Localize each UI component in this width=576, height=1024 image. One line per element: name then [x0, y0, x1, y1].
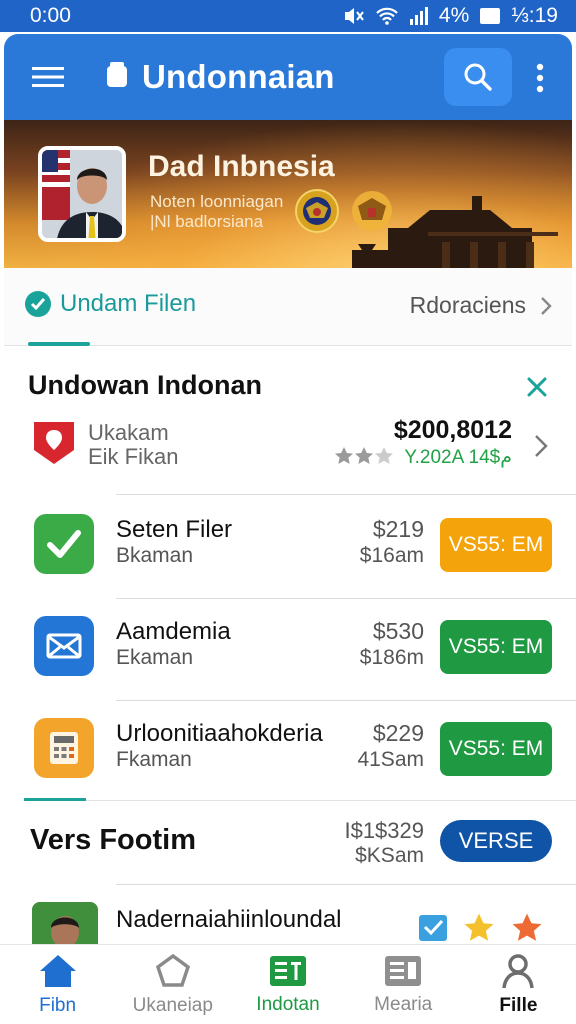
divider [116, 700, 576, 701]
nav-item-fille[interactable]: Fille [461, 945, 576, 1024]
rating-stars [334, 446, 394, 466]
list-item[interactable]: Aamdemia Ekaman $530 $186m VS55: EM [0, 600, 576, 700]
portrait-image [38, 146, 126, 242]
featured-date: Y.202A 14$م [404, 447, 512, 468]
calculator-icon [34, 718, 94, 778]
last-item-name: Nadernaiahiinloundal [116, 906, 342, 933]
status-time: 0:00 [30, 4, 71, 27]
nav-label: Mearia [374, 993, 433, 1015]
featured-line-2: Eik Fikan [88, 444, 179, 469]
tab-other-label: Rdoraciens [409, 292, 526, 318]
divider [116, 494, 576, 495]
pentagon-icon [155, 953, 190, 987]
more-vert-icon [536, 63, 544, 93]
check-circle-icon [25, 291, 51, 317]
app-logo-icon [104, 61, 130, 94]
nav-label: Fille [499, 994, 538, 1016]
status-clock-right: ⅓:19 [511, 4, 558, 27]
nav-item-indotan[interactable]: Indotan [230, 945, 345, 1024]
app-subtitle: Bkaman [116, 544, 194, 567]
search-button[interactable] [444, 48, 512, 106]
app-price-secondary: 41Sam [357, 748, 424, 771]
tab-indicator [28, 342, 90, 346]
avatar [32, 902, 98, 944]
app-price-secondary: $186m [359, 646, 424, 669]
nav-item-mearia[interactable]: Mearia [346, 945, 461, 1024]
divider [86, 800, 576, 801]
list-item[interactable]: Seten Filer Bkaman $219 $16am VS55: EM [0, 498, 576, 598]
featured-price: $200,8012 [393, 416, 512, 444]
featured-line-1: Ukakam [88, 420, 169, 445]
list-item[interactable]: Urloonitiaahokderia Fkaman $229 41Sam VS… [0, 702, 576, 802]
battery-percent: 4% [438, 4, 470, 27]
divider [116, 598, 576, 599]
tab-undam-filen[interactable]: Undam Filen [24, 290, 196, 318]
home-icon [39, 954, 76, 987]
app-subtitle: Ekaman [116, 646, 194, 669]
mail-icon [34, 616, 94, 676]
app-name: Aamdemia [116, 618, 231, 645]
app-price: $530 [372, 618, 424, 644]
star-icon [375, 447, 393, 464]
divider [116, 884, 576, 885]
mute-icon [343, 6, 365, 26]
action-button[interactable]: VS55: EM [440, 620, 552, 674]
last-item-icons [418, 912, 544, 944]
list-icon [385, 955, 422, 986]
tab-active-label: Undam Filen [60, 290, 197, 317]
nav-item-fibn[interactable]: Fibn [0, 945, 115, 1024]
eagle-emblem-icon [294, 188, 340, 239]
nav-item-ukaneiap[interactable]: Ukaneiap [115, 945, 230, 1024]
app-price: $219 [372, 516, 424, 542]
star-icon [335, 447, 353, 464]
star-icon [464, 913, 494, 941]
battery-icon [479, 6, 501, 26]
status-bar: 0:00 4% ⅓:19 [0, 0, 576, 32]
nav-label: Fibn [39, 994, 77, 1016]
verse-button[interactable]: VERSE [440, 820, 552, 862]
app-bar: Undonnaian [4, 34, 572, 120]
app-subtitle: Fkaman [116, 748, 192, 771]
grid-icon [270, 955, 306, 986]
close-icon[interactable] [522, 372, 552, 402]
action-button[interactable]: VS55: EM [440, 722, 552, 776]
menu-button[interactable] [18, 47, 78, 107]
section-heading: Undowan Indonan [28, 370, 262, 400]
nav-label: Indotan [256, 993, 320, 1015]
hero-banner[interactable]: Dad Inbnesia Noten loonniagan |Nl badlor… [4, 120, 572, 268]
signal-icon [409, 6, 429, 26]
chevron-right-icon [541, 296, 552, 315]
tab-row: Undam Filen Rdoraciens [4, 268, 572, 346]
list-item[interactable]: Nadernaiahiinloundal [0, 884, 576, 944]
star-icon [512, 913, 542, 941]
more-options-button[interactable] [520, 52, 560, 104]
hamburger-icon [32, 67, 64, 87]
checkmark-icon [34, 514, 94, 574]
map-pin-icon [34, 422, 74, 464]
section-indicator [24, 798, 86, 801]
building-silhouette [352, 196, 558, 268]
section-2-price: I$1$329 [344, 818, 424, 843]
person-icon [502, 953, 535, 988]
nav-label: Ukaneiap [132, 994, 213, 1016]
banner-title: Dad Inbnesia [148, 150, 335, 183]
bottom-navigation: Fibn Ukaneiap Indotan Mearia Fille [0, 944, 576, 1024]
app-title: Undonnaian [142, 58, 335, 95]
section-2-price-secondary: $KSam [355, 844, 424, 867]
app-name: Seten Filer [116, 516, 233, 543]
star-icon [355, 447, 373, 464]
featured-row[interactable]: Ukakam Eik Fikan $200,8012 Y.202A 14$م [0, 412, 576, 494]
app-price: $229 [372, 720, 424, 746]
action-button[interactable]: VS55: EM [440, 518, 552, 572]
wifi-icon [375, 6, 399, 26]
banner-subtitle-1: Noten loonniagan [150, 192, 284, 211]
banner-subtitle-2: |Nl badlorsiana [150, 212, 264, 231]
app-price-secondary: $16am [359, 544, 424, 567]
app-name: Urloonitiaahokderia [116, 720, 323, 747]
search-icon [464, 63, 492, 91]
check-badge-icon [419, 915, 447, 941]
tab-rdoraciens[interactable]: Rdoraciens [410, 292, 552, 319]
chevron-right-icon [535, 435, 548, 457]
section-2-heading: Vers Footim [30, 824, 196, 856]
